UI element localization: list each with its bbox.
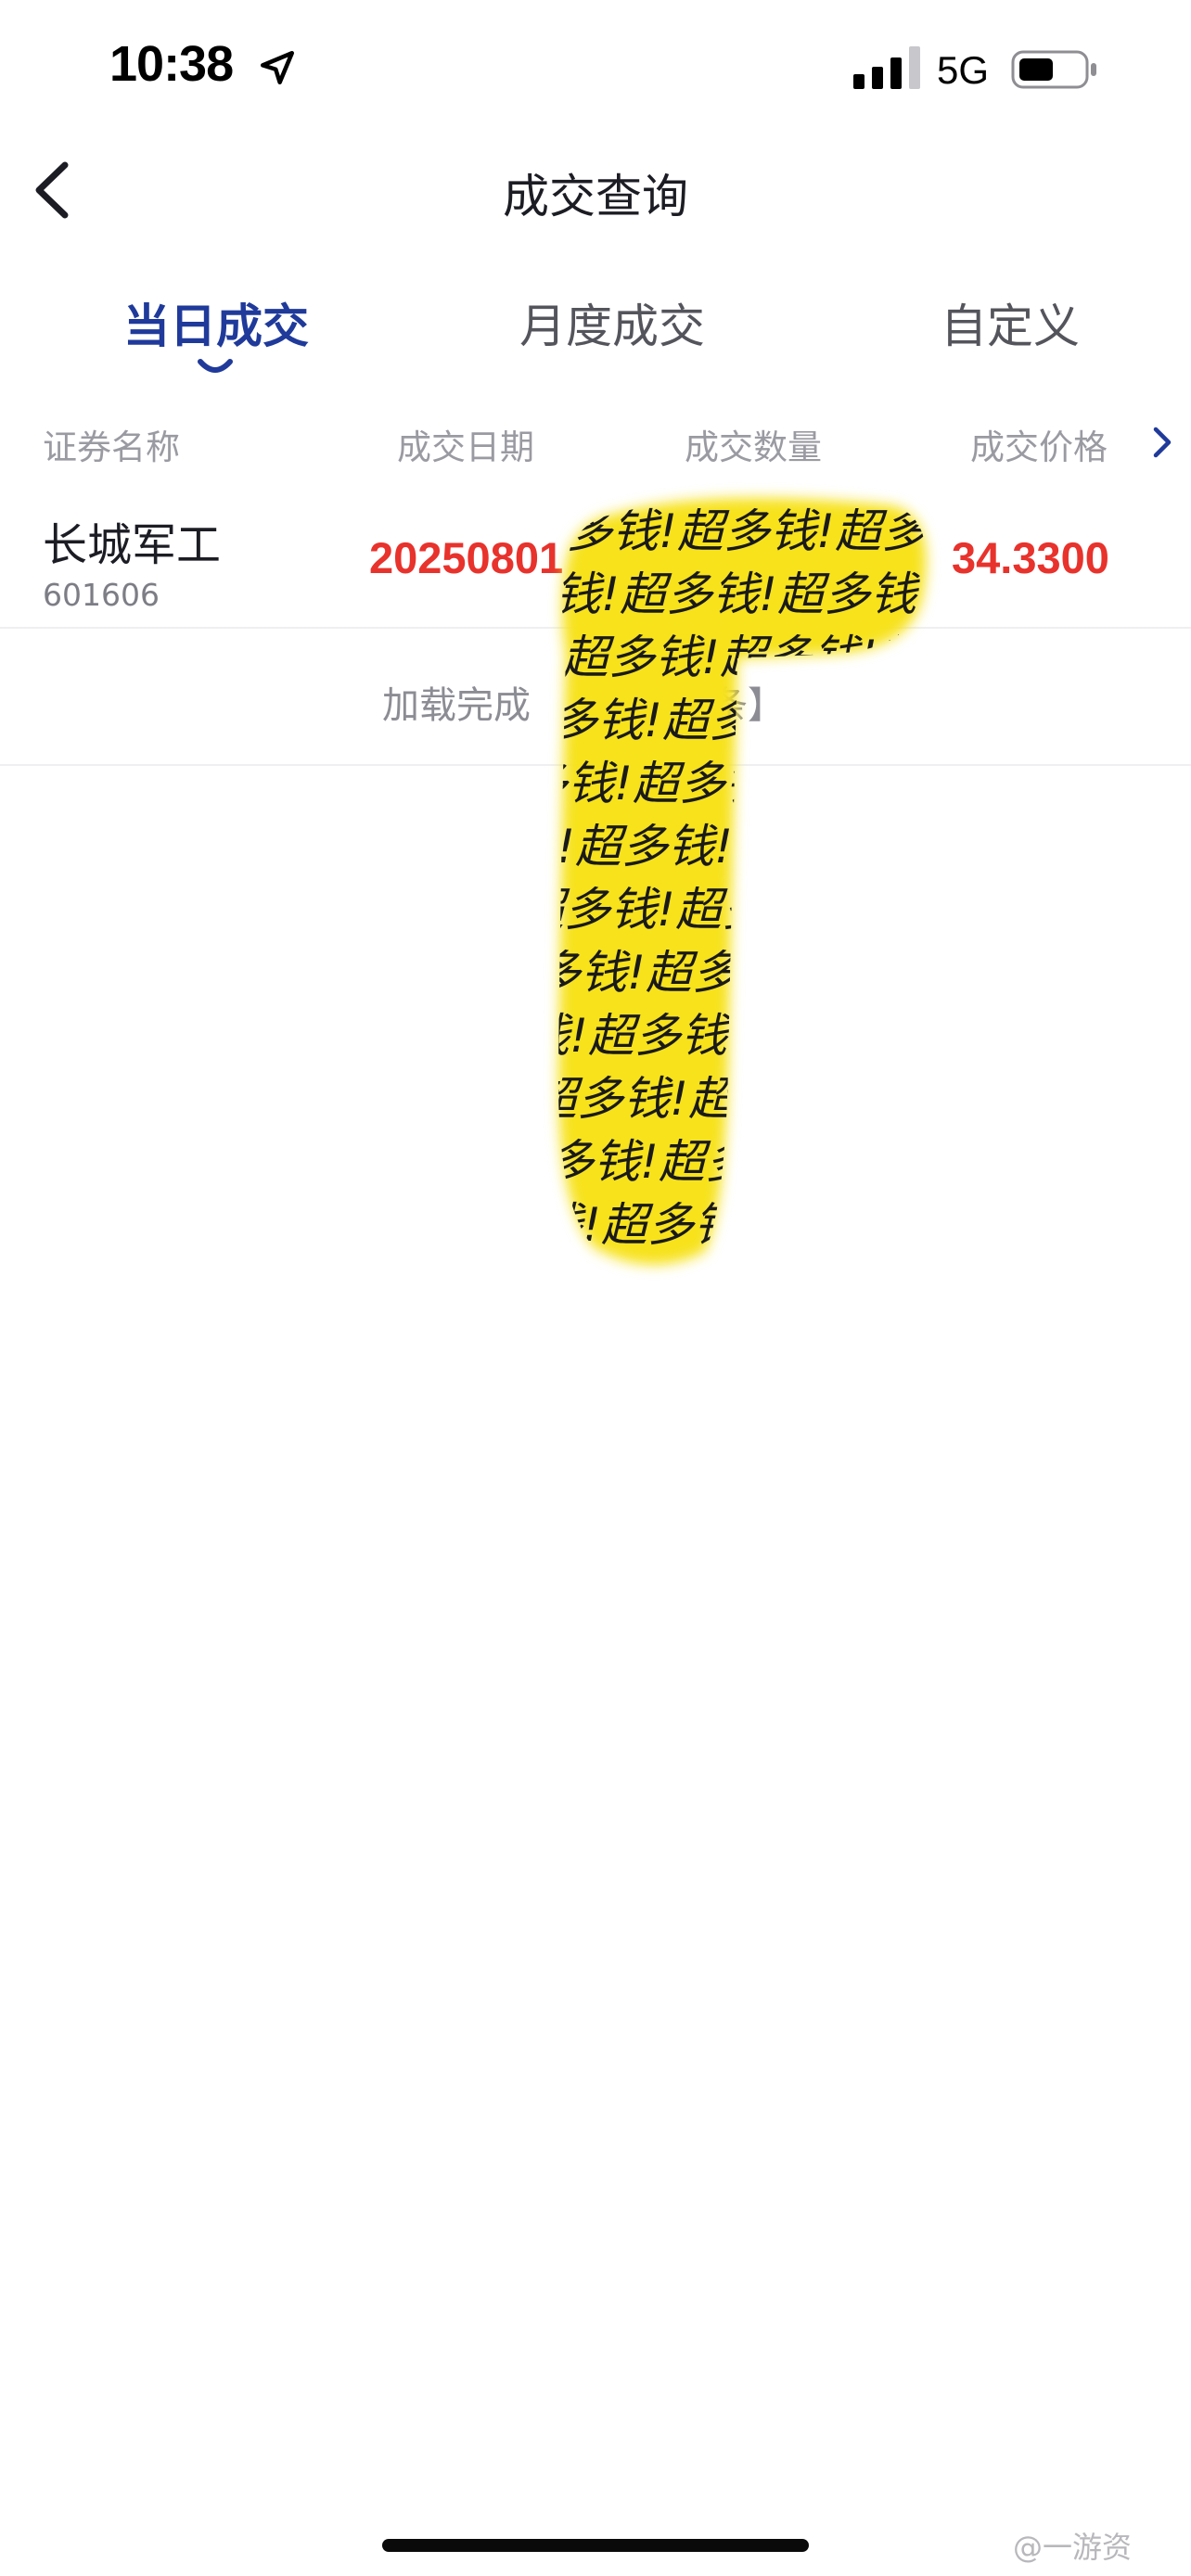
redaction-text-line: 超多钱!超多钱!超多钱!超多钱!超多钱!超多钱! <box>488 946 1191 1000</box>
tab-monthly-trades[interactable]: 月度成交 <box>508 289 716 356</box>
redaction-text-line: 超多钱!超多钱!超多钱!超多钱!超多钱!超多钱! <box>417 820 1191 874</box>
header-trade-price: 成交价格 <box>970 427 1108 467</box>
row-divider <box>0 627 1191 629</box>
location-arrow-icon <box>260 50 295 85</box>
redaction-text-line: 超多钱!超多钱!超多钱!超多钱!超多钱!超多钱! <box>443 1198 1191 1252</box>
watermark: @一游资 <box>1013 2530 1133 2565</box>
trade-date: 20250801 <box>369 533 564 582</box>
header-trade-date: 成交日期 <box>397 427 534 467</box>
redaction-text-line: 超多钱!超多钱!超多钱!超多钱!超多钱!超多钱! <box>373 1072 1191 1126</box>
network-type: 5G <box>937 48 990 92</box>
battery-icon <box>1011 50 1096 89</box>
load-status-text: 加载完成 <box>382 684 531 727</box>
header-security-name: 证券名称 <box>43 427 180 467</box>
trade-price: 34.3300 <box>952 533 1109 582</box>
tab-today-trades[interactable]: 当日成交 <box>109 289 323 356</box>
home-indicator <box>382 2539 809 2552</box>
load-count-tail: 条】 <box>711 684 785 727</box>
page-title: 成交查询 <box>503 170 688 223</box>
stock-code: 601606 <box>43 577 160 613</box>
tab-custom[interactable]: 自定义 <box>928 289 1093 356</box>
redaction-text-line: 超多钱!超多钱!超多钱!超多钱!超多钱!超多钱! <box>360 883 1191 937</box>
scroll-right-icon[interactable] <box>1148 422 1176 463</box>
redaction-text-line: 超多钱!超多钱!超多钱!超多钱!超多钱!超多钱! <box>501 1135 1191 1189</box>
active-tab-indicator <box>198 359 233 373</box>
header-trade-quantity: 成交数量 <box>685 427 822 467</box>
redaction-text-line: 超多钱!超多钱!超多钱!超多钱!超多钱!超多钱! <box>430 1009 1191 1063</box>
redaction-scribble: 超多钱!超多钱!超多钱!超多钱!超多钱!超多钱! 超多钱!超多钱!超多钱!超多钱!… <box>360 498 1191 1265</box>
list-divider <box>0 764 1191 766</box>
status-time: 10:38 <box>109 36 234 92</box>
signal-bars-icon <box>853 46 920 89</box>
stock-name: 长城军工 <box>43 519 222 571</box>
